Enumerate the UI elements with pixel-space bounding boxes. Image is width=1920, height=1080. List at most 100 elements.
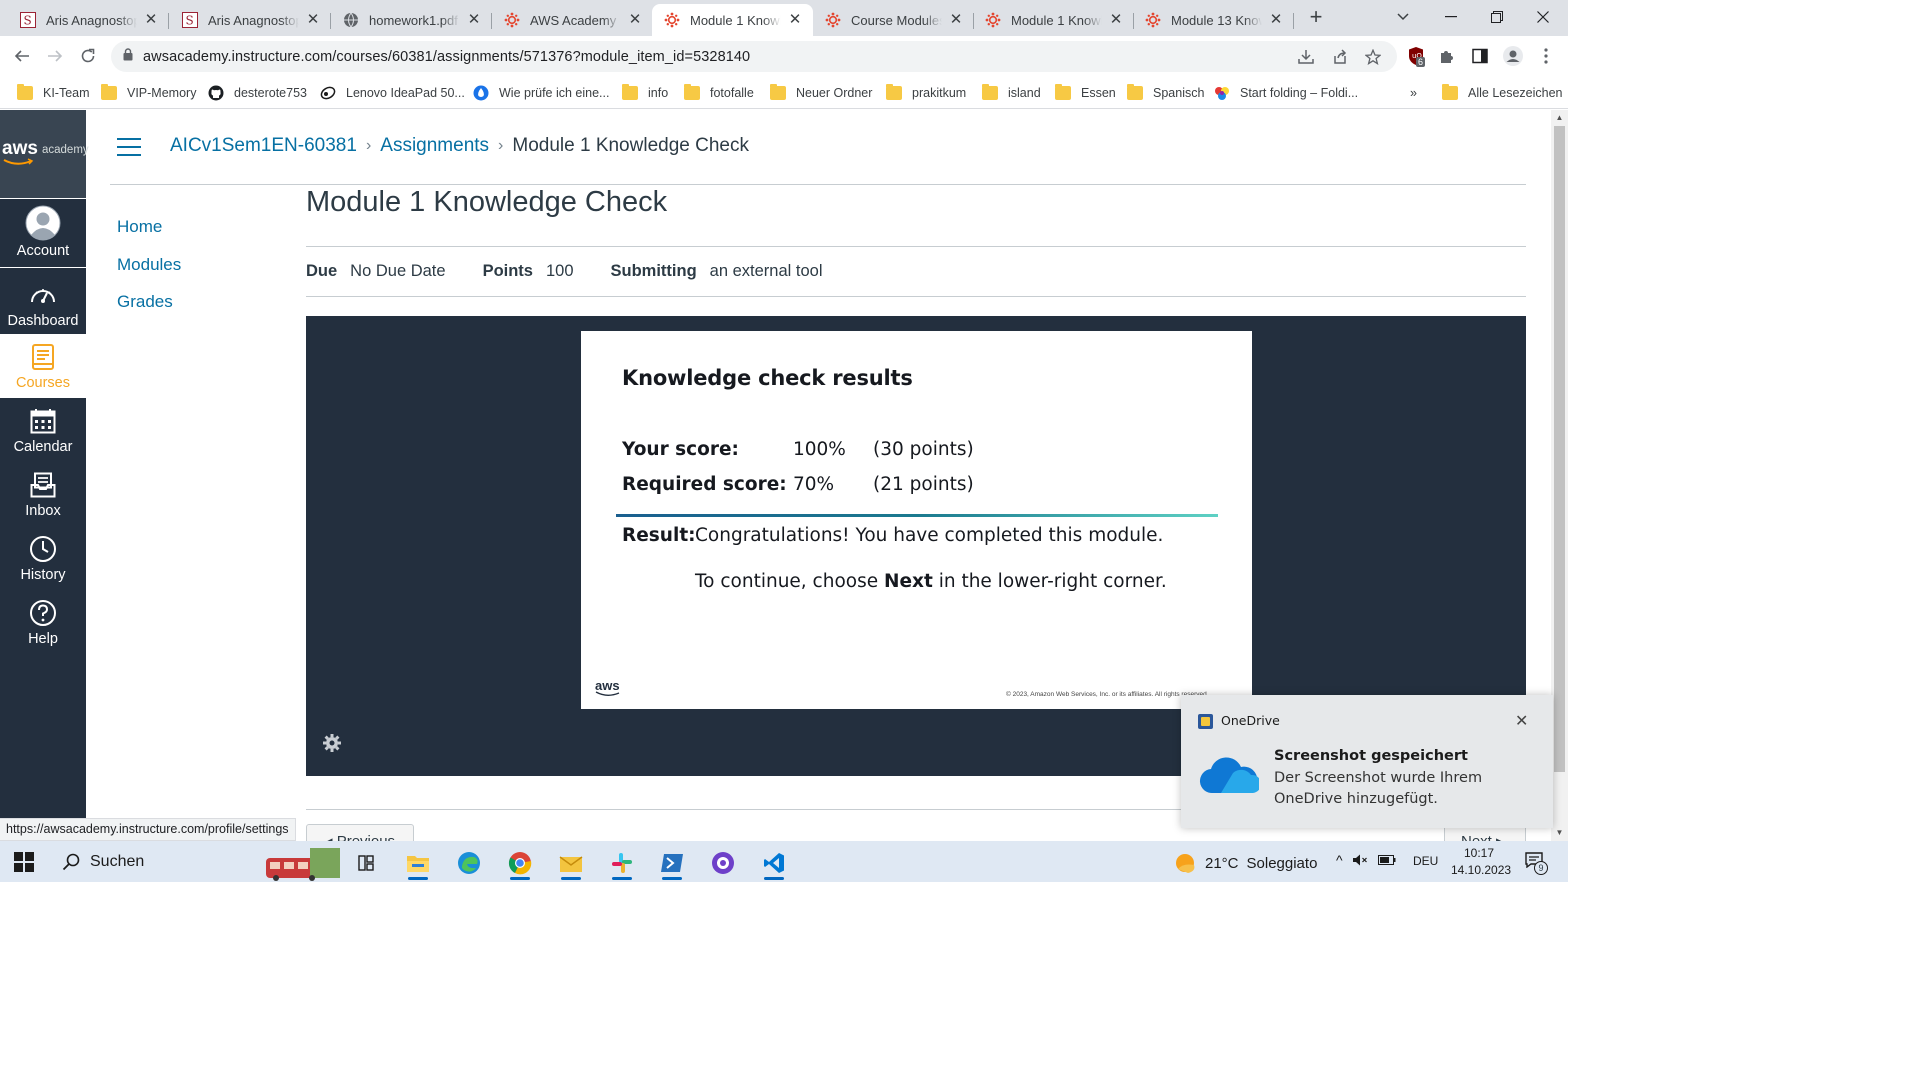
tab-search-chevron-icon[interactable] (1380, 0, 1426, 34)
close-tab-icon[interactable]: ✕ (627, 12, 643, 28)
bookmark-item[interactable]: KI-Team (17, 83, 90, 103)
bookmark-item[interactable]: Start folding – Foldi... (1214, 83, 1358, 103)
bookmark-item[interactable]: info (622, 83, 668, 103)
bookmark-item[interactable]: island (982, 83, 1041, 103)
global-nav-courses[interactable]: Courses (0, 334, 86, 398)
notification-center-icon[interactable]: 9 (1525, 852, 1548, 875)
close-tab-icon[interactable]: ✕ (143, 12, 159, 28)
ublock-extension-icon[interactable]: uO 6 (1406, 46, 1426, 67)
input-language[interactable]: DEU (1413, 854, 1438, 868)
close-window-button[interactable] (1520, 0, 1566, 34)
back-button[interactable] (10, 44, 34, 68)
browser-tab[interactable]: Module 13 Know ✕ (1133, 4, 1294, 36)
gear-icon[interactable] (322, 733, 342, 753)
aws-academy-logo[interactable]: aws academy (0, 110, 89, 198)
bookmark-item[interactable]: Wie prüfe ich eine... (473, 83, 609, 103)
vertical-scrollbar[interactable]: ▲ ▼ (1551, 110, 1568, 841)
side-panel-icon[interactable] (1470, 46, 1490, 66)
chrome-browser-icon[interactable] (500, 846, 540, 880)
canvas-icon (825, 12, 841, 28)
reload-button[interactable] (76, 44, 100, 68)
breadcrumb-course[interactable]: AICv1Sem1EN-60381 (170, 135, 357, 157)
task-view-icon[interactable] (346, 846, 386, 880)
battery-icon[interactable] (1377, 854, 1396, 866)
canvas-icon (1145, 12, 1161, 28)
bookmark-item[interactable]: Lenovo IdeaPad 50... (320, 83, 465, 103)
bookmarks-overflow-button[interactable]: » (1410, 83, 1417, 103)
close-tab-icon[interactable]: ✕ (466, 12, 482, 28)
browser-tab-strip: S Aris Anagnostop ✕ S Aris Anagnostop ✕ homewo… (0, 0, 1568, 36)
github-desktop-icon[interactable] (703, 846, 743, 880)
browser-tab[interactable]: Module 1 Knowle ✕ (973, 4, 1134, 36)
scrollbar-thumb[interactable] (1554, 126, 1565, 772)
close-tab-icon[interactable]: ✕ (1268, 12, 1284, 28)
search-placeholder: Suchen (90, 852, 145, 870)
course-nav-home[interactable]: Home (117, 216, 181, 254)
browser-tab[interactable]: Module 1 Knowle ✕ (652, 4, 813, 36)
chrome-menu-icon[interactable] (1536, 46, 1556, 66)
globe-icon (343, 12, 359, 28)
scroll-down-icon[interactable]: ▼ (1551, 825, 1568, 841)
profile-avatar-icon[interactable] (1503, 46, 1523, 66)
forward-button[interactable] (43, 44, 67, 68)
bookmark-item[interactable]: fotofalle (684, 83, 754, 103)
global-nav-history[interactable]: History (0, 526, 86, 590)
close-tab-icon[interactable]: ✕ (948, 12, 964, 28)
extensions-puzzle-icon[interactable] (1437, 46, 1457, 66)
mail-app-icon[interactable] (551, 846, 591, 880)
browser-tab[interactable]: AWS Academy In ✕ (492, 4, 653, 36)
bookmark-item[interactable]: desterote753 (208, 83, 307, 103)
global-nav-help[interactable]: Help (0, 590, 86, 654)
global-nav-label: Calendar (13, 439, 73, 455)
global-nav-dashboard[interactable]: Dashboard (0, 272, 86, 336)
close-tab-icon[interactable]: ✕ (787, 12, 803, 28)
scroll-up-icon[interactable]: ▲ (1551, 110, 1568, 126)
global-navigation: aws academy Account Dashboard Courses Calen… (0, 110, 89, 938)
all-bookmarks-button[interactable]: Alle Lesezeichen (1442, 83, 1563, 103)
global-nav-calendar[interactable]: Calendar (0, 398, 86, 462)
vscode-icon[interactable] (754, 846, 794, 880)
new-tab-button[interactable]: + (1304, 6, 1328, 30)
share-icon[interactable] (1331, 48, 1349, 66)
close-tab-icon[interactable]: ✕ (305, 12, 321, 28)
volume-muted-icon[interactable] (1352, 853, 1368, 867)
course-menu-toggle[interactable] (117, 138, 141, 158)
powershell-icon[interactable] (652, 846, 692, 880)
global-nav-account[interactable]: Account (0, 198, 86, 268)
browser-tab[interactable]: Course Modules ✕ (813, 4, 974, 36)
restore-button[interactable] (1474, 0, 1520, 34)
bookmark-item[interactable]: VIP-Memory (101, 83, 196, 103)
onedrive-notification[interactable]: OneDrive ✕ Screenshot gespeichert Der Sc… (1181, 695, 1553, 828)
url-text[interactable]: awsacademy.instructure.com/courses/60381… (143, 49, 750, 65)
windows-start-icon[interactable] (14, 852, 34, 872)
bookmark-item[interactable]: prakitkum (886, 83, 966, 103)
close-tab-icon[interactable]: ✕ (1108, 12, 1124, 28)
course-nav-grades[interactable]: Grades (117, 291, 181, 329)
aws-smile-icon (595, 691, 620, 696)
show-hidden-icons-icon[interactable]: ^ (1336, 852, 1343, 868)
minimize-button[interactable] (1428, 0, 1474, 34)
lock-icon[interactable] (123, 47, 133, 66)
browser-tab[interactable]: homework1.pdf ✕ (331, 4, 492, 36)
sun-icon (1176, 854, 1195, 873)
collapse-nav-icon[interactable]: ⇤ (28, 914, 45, 939)
calendar-icon (28, 406, 58, 436)
address-bar[interactable]: awsacademy.instructure.com/courses/60381… (111, 41, 1397, 72)
clock[interactable]: 10:17 14.10.2023 (1451, 845, 1511, 879)
bookmark-star-icon[interactable] (1364, 48, 1382, 66)
course-nav-modules[interactable]: Modules (117, 254, 181, 292)
weather-widget[interactable]: 21°C Soleggiato (1174, 851, 1317, 875)
browser-tab[interactable]: S Aris Anagnostop ✕ (170, 4, 331, 36)
bookmark-item[interactable]: Neuer Ordner (770, 83, 872, 103)
global-nav-inbox[interactable]: Inbox (0, 462, 86, 526)
bookmark-item[interactable]: Spanisch (1127, 83, 1204, 103)
edge-browser-icon[interactable] (449, 846, 489, 880)
slack-icon[interactable] (602, 846, 642, 880)
file-explorer-icon[interactable] (398, 846, 438, 880)
bookmark-item[interactable]: Essen (1055, 83, 1116, 103)
install-app-icon[interactable] (1297, 48, 1315, 66)
toast-close-button[interactable]: ✕ (1515, 711, 1528, 730)
your-score-points: (30 points) (873, 439, 974, 460)
breadcrumb-assignments[interactable]: Assignments (380, 135, 489, 157)
browser-tab[interactable]: S Aris Anagnostop ✕ (8, 4, 169, 36)
